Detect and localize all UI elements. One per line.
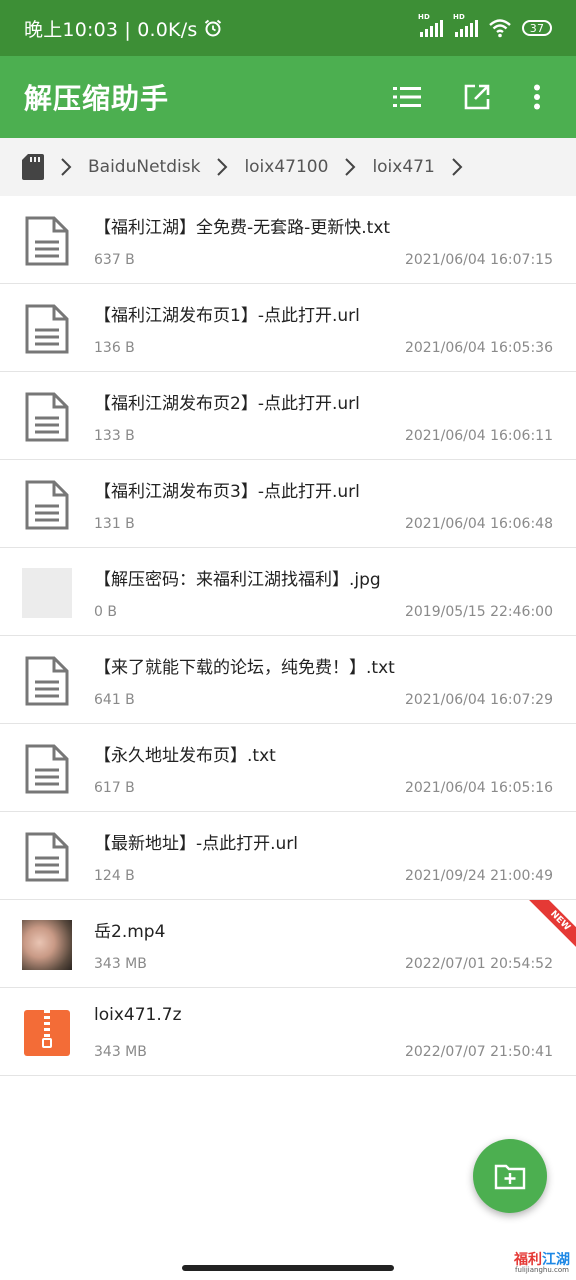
add-folder-icon [494, 1164, 526, 1190]
file-size: 637 B [94, 252, 135, 268]
video-thumbnail [22, 920, 72, 970]
document-icon [22, 392, 72, 442]
breadcrumb-root[interactable] [22, 154, 44, 180]
file-name: 【福利江湖】全免费-无套路-更新快.txt [94, 218, 391, 238]
file-list: 【福利江湖】全免费-无套路-更新快.txt 637 B 2021/06/04 1… [0, 196, 576, 1076]
add-folder-button[interactable] [473, 1139, 547, 1213]
alarm-icon [205, 19, 222, 37]
file-row[interactable]: 【来了就能下载的论坛，纯免费！】.txt 641 B 2021/06/04 16… [0, 636, 576, 724]
chevron-right-icon [216, 157, 228, 177]
sd-card-icon [22, 154, 44, 180]
file-name: 岳2.mp4 [94, 922, 166, 942]
file-row[interactable]: 【解压密码：来福利江湖找福利】.jpg 0 B 2019/05/15 22:46… [0, 548, 576, 636]
file-size: 343 MB [94, 956, 147, 972]
list-icon [393, 87, 421, 107]
document-icon [22, 216, 72, 266]
file-date: 2021/09/24 21:00:49 [404, 868, 553, 884]
document-icon [22, 304, 72, 354]
wifi-icon [489, 19, 511, 38]
battery-icon: 37 [522, 20, 552, 36]
more-vert-icon [534, 84, 540, 110]
file-size: 133 B [94, 428, 135, 444]
breadcrumb-item[interactable]: loix471 [372, 157, 434, 177]
file-name: 【福利江湖发布页3】-点此打开.url [94, 482, 360, 502]
document-icon [22, 744, 72, 794]
file-row[interactable]: 【永久地址发布页】.txt 617 B 2021/06/04 16:05:16 [0, 724, 576, 812]
chevron-right-icon [60, 157, 72, 177]
file-row[interactable]: 岳2.mp4 343 MB 2022/07/01 20:54:52 NEW [0, 900, 576, 988]
file-date: 2021/06/04 16:06:48 [404, 516, 553, 532]
chevron-right-icon [344, 157, 356, 177]
file-row[interactable]: 【最新地址】-点此打开.url 124 B 2021/09/24 21:00:4… [0, 812, 576, 900]
file-size: 343 MB [94, 1044, 147, 1060]
file-row[interactable]: 【福利江湖发布页1】-点此打开.url 136 B 2021/06/04 16:… [0, 284, 576, 372]
document-icon [22, 480, 72, 530]
document-icon [22, 656, 72, 706]
file-size: 131 B [94, 516, 135, 532]
gesture-bar[interactable] [182, 1265, 394, 1271]
file-date: 2022/07/07 21:50:41 [404, 1044, 553, 1060]
breadcrumb-item[interactable]: BaiduNetdisk [88, 157, 200, 177]
status-bar: 晚上10:03 | 0.0K/s HD HD 37 [0, 0, 576, 56]
app-title: 解压缩助手 [24, 82, 170, 115]
chevron-right-icon [451, 157, 463, 177]
archive-icon [22, 1008, 72, 1058]
file-size: 0 B [94, 604, 117, 620]
open-external-icon [464, 84, 490, 110]
file-size: 124 B [94, 868, 135, 884]
signal-icon: HD [453, 13, 478, 37]
file-name: loix471.7z [94, 1005, 182, 1025]
file-name: 【解压密码：来福利江湖找福利】.jpg [94, 570, 381, 590]
file-date: 2021/06/04 16:05:36 [404, 340, 553, 356]
new-badge: NEW [520, 900, 576, 960]
breadcrumb-item[interactable]: loix47100 [244, 157, 328, 177]
image-thumbnail [22, 568, 72, 618]
app-bar: 解压缩助手 [0, 56, 576, 138]
file-row[interactable]: 【福利江湖发布页2】-点此打开.url 133 B 2021/06/04 16:… [0, 372, 576, 460]
signal-icon: HD [418, 13, 443, 37]
file-row[interactable]: loix471.7z 343 MB 2022/07/07 21:50:41 [0, 988, 576, 1076]
more-options-button[interactable] [522, 82, 552, 112]
file-date: 2021/06/04 16:07:15 [404, 252, 553, 268]
watermark-logo: 福利江湖 fulijianghu.com [514, 1252, 570, 1274]
file-date: 2021/06/04 16:05:16 [404, 780, 553, 796]
file-date: 2021/06/04 16:06:11 [404, 428, 553, 444]
file-name: 【来了就能下载的论坛，纯免费！】.txt [94, 658, 395, 678]
file-row[interactable]: 【福利江湖】全免费-无套路-更新快.txt 637 B 2021/06/04 1… [0, 196, 576, 284]
list-view-button[interactable] [392, 82, 422, 112]
file-date: 2019/05/15 22:46:00 [404, 604, 553, 620]
file-name: 【福利江湖发布页2】-点此打开.url [94, 394, 360, 414]
breadcrumb: BaiduNetdisk loix47100 loix471 [0, 138, 576, 196]
file-date: 2021/06/04 16:07:29 [404, 692, 553, 708]
file-row[interactable]: 【福利江湖发布页3】-点此打开.url 131 B 2021/06/04 16:… [0, 460, 576, 548]
file-size: 617 B [94, 780, 135, 796]
file-size: 641 B [94, 692, 135, 708]
status-time: 晚上10:03 | 0.0K/s [24, 18, 198, 41]
file-name: 【最新地址】-点此打开.url [94, 834, 299, 854]
file-name: 【永久地址发布页】.txt [94, 746, 276, 766]
open-external-button[interactable] [462, 82, 492, 112]
document-icon [22, 832, 72, 882]
file-size: 136 B [94, 340, 135, 356]
file-name: 【福利江湖发布页1】-点此打开.url [94, 306, 360, 326]
